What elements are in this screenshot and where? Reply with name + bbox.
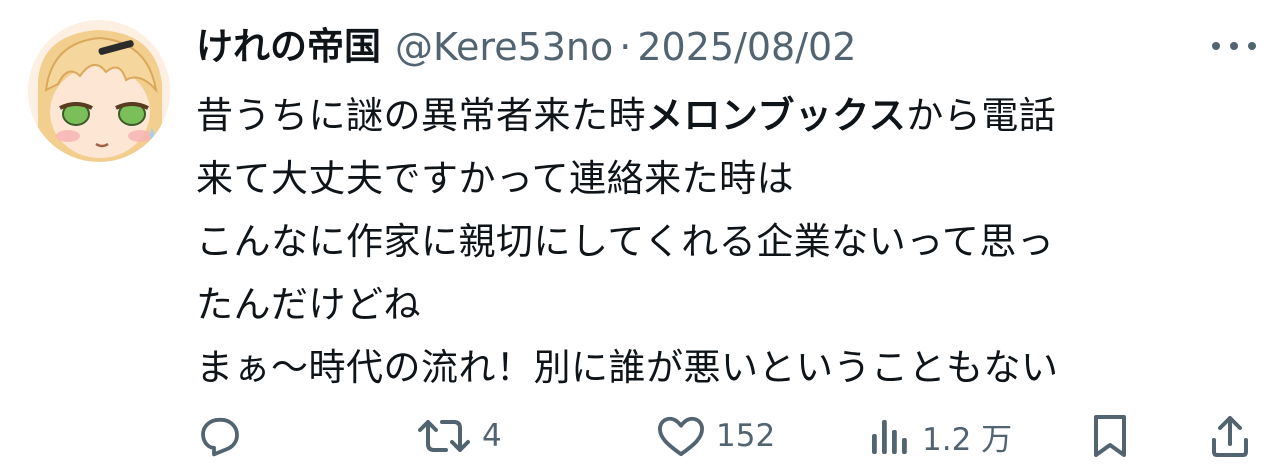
tweet-body-line-3: こんなに作家に親切にしてくれる企業ないって思っ — [196, 220, 1055, 263]
retweet-button[interactable]: 4 — [416, 404, 502, 468]
tweet-header: けれの帝国 @Kere53no · 2025/08/02 — [196, 22, 856, 72]
separator-dot: · — [619, 25, 632, 69]
views-button[interactable]: 1.2 万 — [868, 404, 1012, 468]
tweet-text-segment: から電話 — [906, 94, 1057, 137]
like-button[interactable]: 152 — [656, 404, 775, 468]
views-count: 1.2 万 — [922, 421, 1013, 458]
bookmark-icon — [1094, 415, 1126, 457]
tweet-body-line-2: 来て大丈夫ですかって連絡来た時は — [196, 157, 795, 200]
tweet-body-line-5: まぁ〜時代の流れ！別に誰が悪いということもない — [196, 346, 1059, 389]
action-bar: 4 152 1.2 万 — [196, 404, 1260, 468]
avatar-illustration — [28, 20, 170, 162]
tweet-date[interactable]: 2025/08/02 — [637, 22, 856, 72]
reply-icon — [201, 417, 239, 457]
like-count: 152 — [716, 418, 776, 454]
more-options-icon[interactable] — [1208, 30, 1260, 62]
bookmark-button[interactable] — [1090, 404, 1130, 468]
tweet-body: 昔うちに謎の異常者来た時メロンブックスから電話 来て大丈夫ですかって連絡来た時は… — [196, 84, 1256, 399]
tweet-body-line-1: 昔うちに謎の異常者来た時メロンブックスから電話 — [196, 84, 1256, 147]
retweet-count: 4 — [482, 418, 502, 454]
retweet-icon — [418, 420, 470, 452]
avatar[interactable] — [28, 20, 170, 162]
tweet-body-line-4: たんだけどね — [196, 283, 421, 326]
views-icon — [872, 420, 907, 454]
share-icon — [1212, 416, 1248, 457]
heart-icon — [658, 416, 704, 457]
display-name[interactable]: けれの帝国 — [196, 22, 381, 72]
reply-button[interactable] — [196, 404, 244, 468]
tweet-text-bold: メロンブックス — [646, 94, 907, 137]
share-button[interactable] — [1208, 404, 1252, 468]
user-handle[interactable]: @Kere53no — [395, 22, 613, 72]
tweet-card[interactable]: けれの帝国 @Kere53no · 2025/08/02 昔うちに謎の異常者来た… — [0, 0, 1284, 476]
tweet-text-segment: 昔うちに謎の異常者来た時 — [196, 94, 646, 137]
